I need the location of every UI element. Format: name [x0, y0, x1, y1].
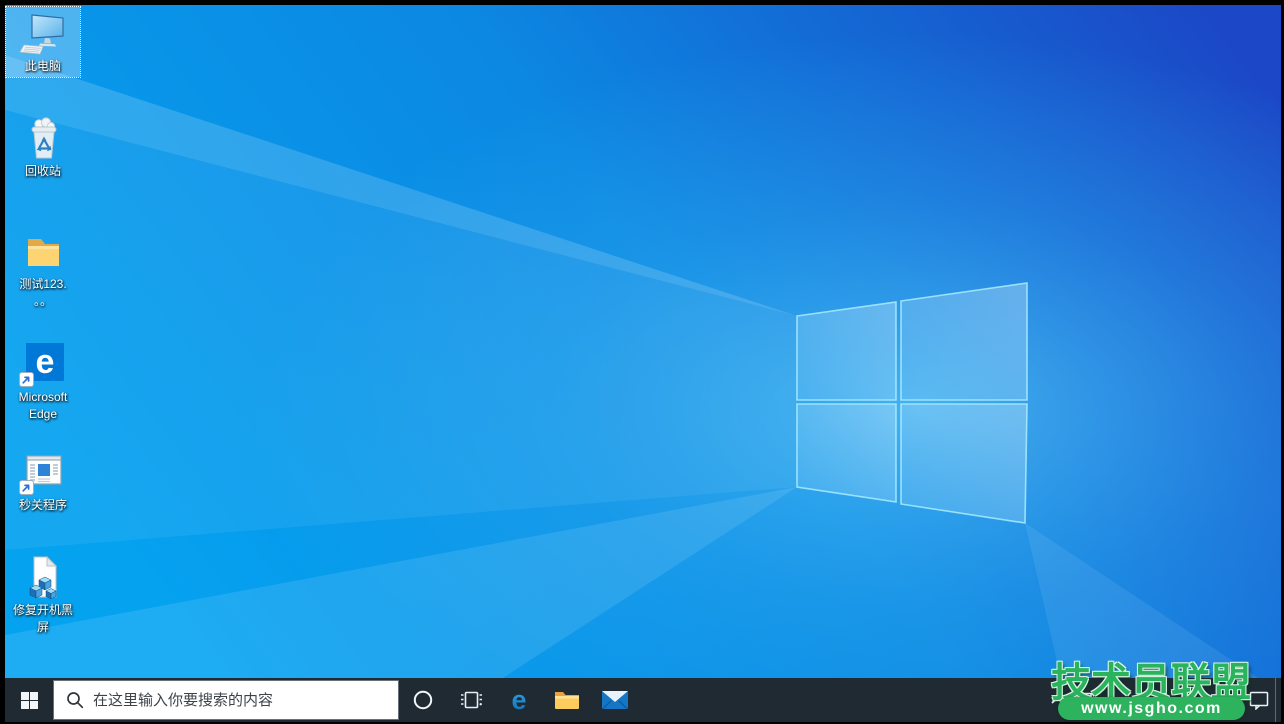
windows10-wallpaper: [5, 5, 1281, 722]
system-tray: [1045, 678, 1281, 722]
task-view-icon: [461, 691, 482, 709]
recycle-bin-icon: [19, 114, 67, 162]
search-icon: [67, 692, 84, 709]
svg-text:e: e: [36, 343, 55, 381]
icon-label: 回收站: [24, 164, 61, 178]
icon-label: 此电脑: [24, 59, 61, 73]
monitor-icon: [1074, 692, 1092, 709]
desktop-icon-recycle-bin[interactable]: 回收站: [6, 112, 80, 182]
taskbar: e: [5, 678, 1281, 722]
icon-label: 测试123.: [19, 277, 67, 291]
folder-icon: [555, 692, 579, 709]
edge-button[interactable]: e: [495, 678, 543, 722]
desktop-icon-fix-boot-black-screen[interactable]: 修复开机黑 屏: [6, 551, 80, 638]
speech-bubble-icon: [1249, 691, 1269, 710]
chevron-up-icon: [1051, 696, 1063, 704]
svg-text:e: e: [511, 685, 526, 715]
desktop-icon-folder-test123[interactable]: 测试123. 。。: [6, 225, 80, 312]
mail-button[interactable]: [591, 678, 639, 722]
cortana-button[interactable]: [399, 678, 447, 722]
icon-label-line2: 屏: [36, 620, 49, 634]
search-input[interactable]: [93, 691, 398, 709]
ime-icon[interactable]: [1180, 686, 1195, 705]
shortcut-arrow-icon: [19, 372, 34, 387]
shortcut-arrow-icon: [19, 480, 34, 495]
icon-label: 修复开机黑: [12, 603, 73, 617]
registry-file-icon: [19, 553, 67, 601]
mail-envelope-icon: [602, 691, 628, 710]
desktop-icon-this-pc[interactable]: 此电脑: [5, 6, 81, 78]
icon-label-line2: 。。: [33, 294, 52, 308]
icon-label: 秒关程序: [18, 498, 67, 512]
file-explorer-button[interactable]: [543, 678, 591, 722]
hidden-icons-button[interactable]: [1045, 678, 1069, 722]
screenshot-frame: 此电脑 回收站 测试123. 。。 e Microsoft Edge 秒关程序 …: [0, 0, 1284, 724]
desktop-icon-seconds-close-program[interactable]: 秒关程序: [6, 446, 80, 516]
cortana-circle-icon: [413, 690, 433, 710]
network-button[interactable]: [1069, 678, 1097, 722]
start-button[interactable]: [5, 678, 53, 722]
task-view-button[interactable]: [447, 678, 495, 722]
computer-icon: [19, 9, 67, 57]
show-desktop-button[interactable]: [1275, 678, 1281, 722]
icon-label-line2: Edge: [28, 407, 58, 421]
icon-label: Microsoft: [18, 390, 68, 404]
tray-icons-covered-by-watermark: [1097, 678, 1243, 722]
folder-icon: [19, 227, 67, 275]
action-center-button[interactable]: [1243, 678, 1275, 722]
taskbar-search-box[interactable]: [53, 680, 399, 720]
windows-logo-icon: [20, 691, 38, 709]
edge-e-icon: e: [511, 685, 526, 715]
desktop-icon-microsoft-edge[interactable]: e Microsoft Edge: [6, 338, 80, 425]
desktop: 此电脑 回收站 测试123. 。。 e Microsoft Edge 秒关程序 …: [5, 5, 1281, 722]
